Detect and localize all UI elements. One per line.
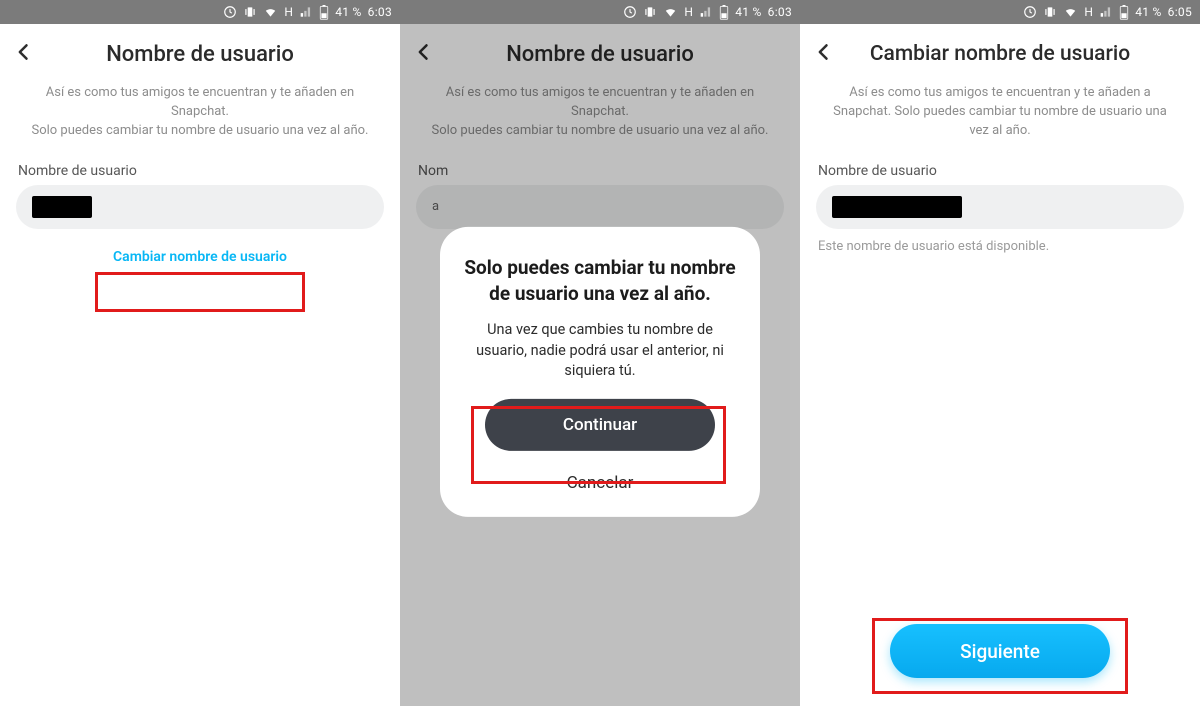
username-input[interactable]	[16, 185, 384, 229]
phone-screen-1: H 41 % 6:03 Nombre de usuario Así es com…	[0, 0, 400, 706]
clock-label: 6:03	[368, 5, 392, 19]
wifi-icon	[1063, 5, 1078, 19]
vibrate-icon	[643, 5, 657, 19]
network-type-label: H	[684, 5, 693, 19]
phone-screen-3: H 41 % 6:05 Cambiar nombre de usuario As…	[800, 0, 1200, 706]
cancel-button[interactable]: Cancelar	[464, 463, 736, 499]
modal-body: Una vez que cambies tu nombre de usuario…	[464, 320, 736, 381]
username-input[interactable]	[816, 185, 1184, 229]
battery-pct-label: 41 %	[1135, 5, 1161, 19]
battery-icon	[719, 5, 729, 20]
modal-heading: Solo puedes cambiar tu nombre de usuario…	[464, 255, 736, 306]
change-username-link[interactable]: Cambiar nombre de usuario	[16, 249, 384, 265]
sync-icon	[1023, 5, 1037, 19]
battery-icon	[319, 5, 329, 20]
annotation-highlight	[95, 272, 305, 312]
back-icon[interactable]	[14, 42, 34, 66]
page-title: Cambiar nombre de usuario	[870, 42, 1130, 66]
clock-label: 6:05	[1168, 5, 1192, 19]
username-field-label: Nombre de usuario	[818, 163, 1184, 179]
header: Cambiar nombre de usuario	[800, 24, 1200, 84]
clock-label: 6:03	[768, 5, 792, 19]
header: Nombre de usuario	[0, 24, 400, 84]
signal-icon	[699, 5, 713, 19]
page-title: Nombre de usuario	[106, 42, 294, 67]
continue-button[interactable]: Continuar	[485, 399, 715, 451]
status-bar: H 41 % 6:03	[400, 0, 800, 24]
battery-pct-label: 41 %	[335, 5, 361, 19]
redacted-value	[32, 196, 92, 218]
status-bar: H 41 % 6:05	[800, 0, 1200, 24]
confirm-change-modal: Solo puedes cambiar tu nombre de usuario…	[440, 227, 760, 517]
network-type-label: H	[1084, 5, 1093, 19]
availability-helper: Este nombre de usuario está disponible.	[818, 239, 1182, 254]
network-type-label: H	[284, 5, 293, 19]
redacted-value	[832, 196, 962, 218]
battery-pct-label: 41 %	[735, 5, 761, 19]
username-field-label: Nombre de usuario	[18, 163, 384, 179]
sync-icon	[623, 5, 637, 19]
vibrate-icon	[1043, 5, 1057, 19]
signal-icon	[299, 5, 313, 19]
battery-icon	[1119, 5, 1129, 20]
description-text: Así es como tus amigos te encuentran y t…	[800, 84, 1200, 155]
sync-icon	[223, 5, 237, 19]
next-button[interactable]: Siguiente	[890, 624, 1110, 678]
description-text: Así es como tus amigos te encuentran y t…	[0, 84, 400, 155]
phone-screen-2: H 41 % 6:03 Nombre de usuario Así es com…	[400, 0, 800, 706]
signal-icon	[1099, 5, 1113, 19]
wifi-icon	[663, 5, 678, 19]
wifi-icon	[263, 5, 278, 19]
vibrate-icon	[243, 5, 257, 19]
status-bar: H 41 % 6:03	[0, 0, 400, 24]
back-icon[interactable]	[814, 42, 834, 66]
